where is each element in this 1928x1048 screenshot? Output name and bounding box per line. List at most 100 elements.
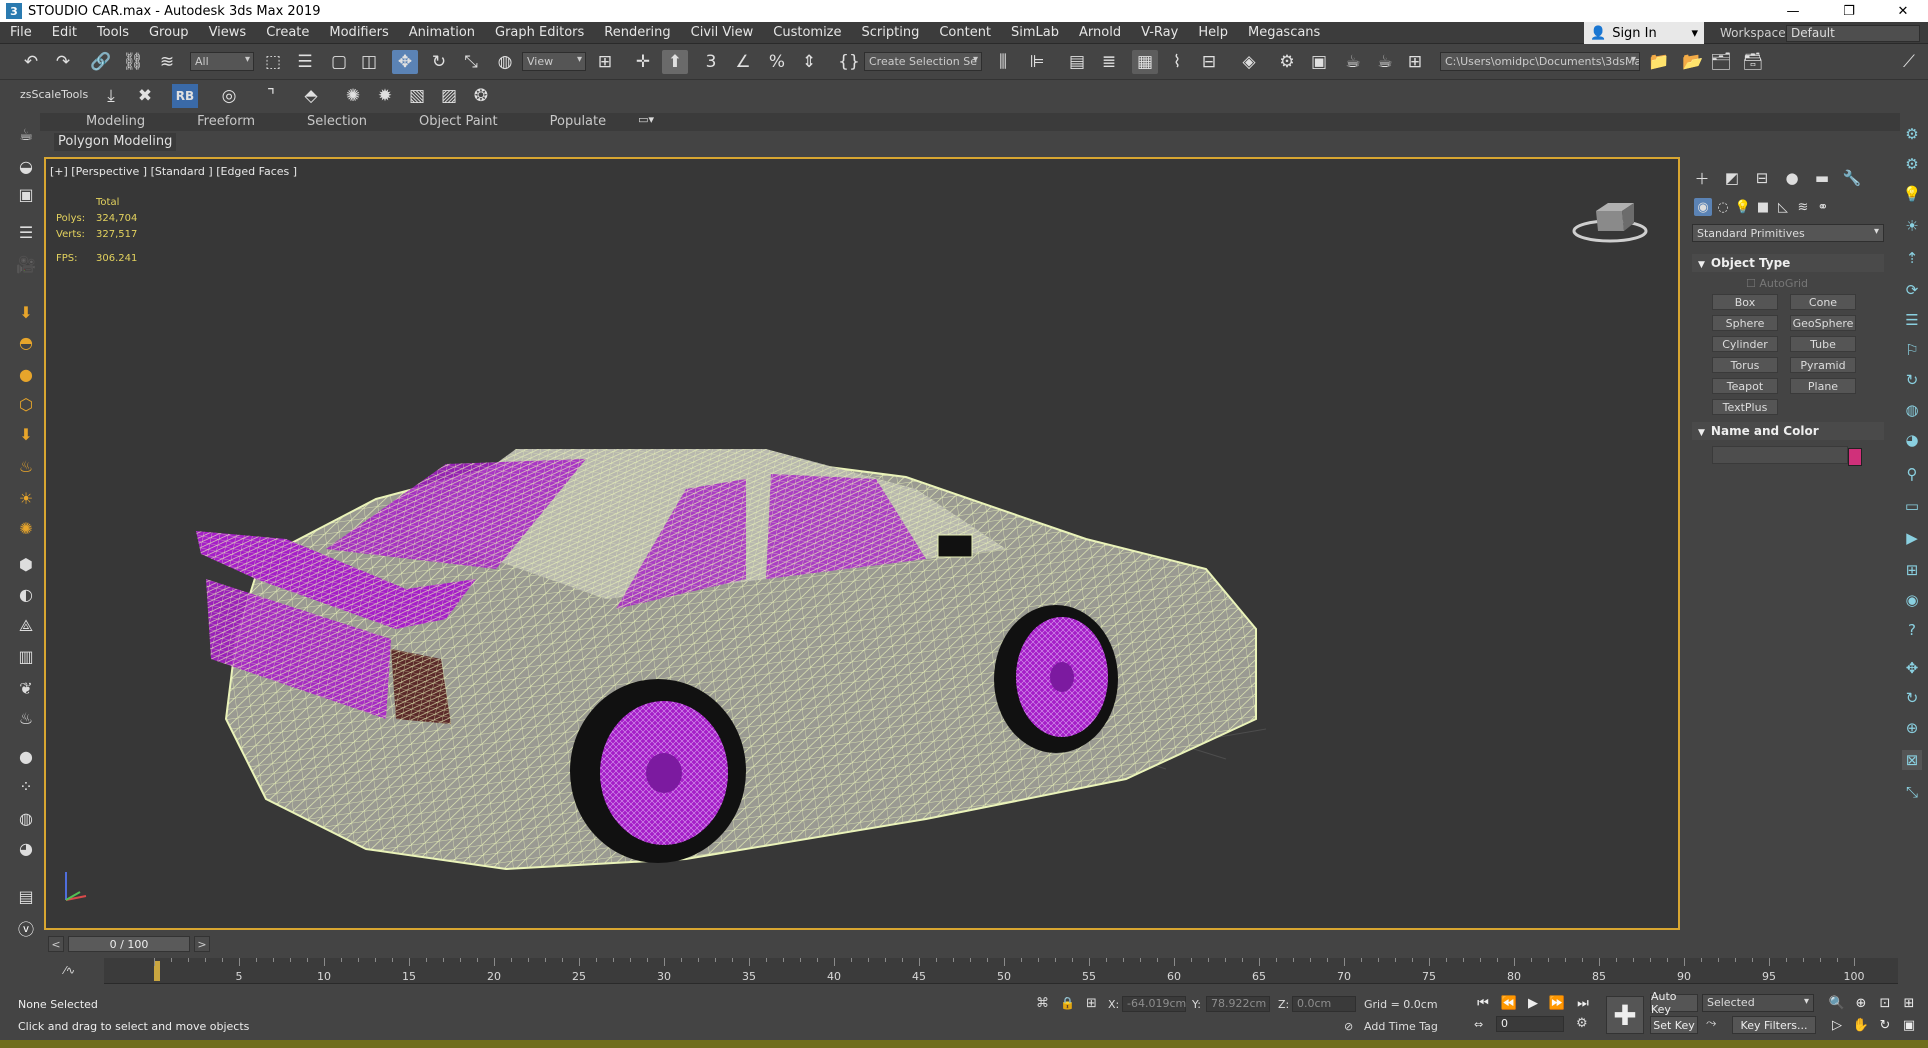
menu-scripting[interactable]: Scripting (852, 25, 930, 40)
render-frame-icon[interactable]: ▶ (1902, 528, 1922, 548)
eye-icon[interactable]: ◉ (1902, 590, 1922, 610)
pivot-center-icon[interactable]: ⊞ (592, 50, 618, 74)
camera-icon[interactable]: 🎥 (16, 254, 36, 274)
utilities-icon[interactable]: ▤ (16, 886, 36, 906)
modify-tab-icon[interactable]: ◩ (1722, 168, 1742, 188)
menu-content[interactable]: Content (929, 25, 1001, 40)
keyboard-shortcut-override-icon[interactable]: ⬆ (662, 50, 688, 74)
menu-edit[interactable]: Edit (42, 25, 87, 40)
link-icon[interactable]: 🔗 (88, 50, 114, 74)
menu-arnold[interactable]: Arnold (1069, 25, 1131, 40)
sphere-light-icon[interactable]: ● (16, 364, 36, 384)
material-editor-icon[interactable]: ◈ (1236, 50, 1262, 74)
project-create-icon[interactable]: 📂 (1680, 50, 1706, 74)
render-elements-icon[interactable]: ◍ (16, 808, 36, 828)
pivot-gizmo-icon[interactable]: ⊕ (1902, 718, 1922, 738)
menu-animation[interactable]: Animation (399, 25, 485, 40)
help-icon[interactable]: ? (1902, 620, 1922, 640)
menu-help[interactable]: Help (1188, 25, 1238, 40)
rotate-gizmo-icon[interactable]: ↻ (1902, 688, 1922, 708)
rectangular-selection-icon[interactable]: ▢ (326, 50, 352, 74)
scene-states-icon[interactable]: ⚙ (1902, 124, 1922, 144)
select-rotate-icon[interactable]: ↻ (426, 50, 452, 74)
tab-object-paint[interactable]: Object Paint (393, 113, 524, 131)
sign-in-button[interactable]: 👤 Sign In ▾ (1584, 22, 1704, 44)
sphere-button[interactable]: Sphere (1712, 315, 1778, 331)
multi-material-icon[interactable]: ⁘ (16, 776, 36, 796)
plane-button[interactable]: Plane (1790, 378, 1856, 394)
dome-light-icon[interactable]: ◓ (16, 332, 36, 352)
spacewarps-icon[interactable]: ≋ (1794, 198, 1812, 216)
z-coord-field[interactable]: 0.0cm (1292, 996, 1356, 1012)
edit-named-selection-icon[interactable]: {} (836, 50, 862, 74)
textplus-button[interactable]: TextPlus (1712, 399, 1778, 415)
time-slider-prev-button[interactable]: < (48, 936, 64, 952)
corner-tool-icon[interactable]: ⌝ (258, 84, 284, 108)
motion-tab-icon[interactable]: ● (1782, 168, 1802, 188)
vray-logo-icon[interactable]: ⓥ (16, 918, 36, 939)
tab-freeform[interactable]: Freeform (171, 113, 281, 131)
menu-modifiers[interactable]: Modifiers (319, 25, 398, 40)
reference-coordinate-dropdown[interactable]: View (522, 52, 586, 71)
menu-customize[interactable]: Customize (763, 25, 851, 40)
render-frame-grid-icon[interactable]: ⊞ (1402, 50, 1428, 74)
menu-views[interactable]: Views (199, 25, 257, 40)
render-production-icon[interactable]: ☕ (1340, 50, 1366, 74)
named-selection-dropdown[interactable]: Create Selection Se (864, 52, 982, 71)
geometry-icon[interactable]: ◉ (1694, 198, 1712, 216)
shapes-icon[interactable]: ◌ (1714, 198, 1732, 216)
previous-frame-icon[interactable]: ⏪ (1500, 994, 1518, 1012)
menu-graph-editors[interactable]: Graph Editors (485, 25, 594, 40)
select-by-name-icon[interactable]: ☰ (292, 50, 318, 74)
layer-explorer-icon[interactable]: ≣ (1096, 50, 1122, 74)
collapse-icon[interactable]: ✖ (132, 84, 158, 108)
bulb-icon[interactable]: ⚲ (1902, 464, 1922, 484)
window-crossing-icon[interactable]: ◫ (356, 50, 382, 74)
bookmark-icon[interactable]: ⚐ (1902, 340, 1922, 360)
palette-icon[interactable]: ◕ (1902, 430, 1922, 450)
proxy-box-icon[interactable]: ⬢ (16, 554, 36, 574)
mirror-icon[interactable]: ⫼ (990, 50, 1016, 74)
sky-icon[interactable]: ✺ (16, 518, 36, 538)
close-button[interactable]: ✕ (1880, 0, 1926, 22)
menu-civil-view[interactable]: Civil View (681, 25, 764, 40)
next-frame-icon[interactable]: ⏩ (1548, 994, 1566, 1012)
set-key-mode-button[interactable]: ✚ (1606, 996, 1644, 1034)
list-icon[interactable]: ☰ (1902, 310, 1922, 330)
direct-light-icon[interactable]: ⬇ (16, 424, 36, 444)
y-coord-field[interactable]: 78.922cm (1206, 996, 1270, 1012)
select-object-icon[interactable]: ⬚ (260, 50, 286, 74)
menu-create[interactable]: Create (256, 25, 319, 40)
frame-spinner-icon[interactable]: ⇔ (1474, 1018, 1483, 1031)
select-scale-icon[interactable]: ⤡ (458, 50, 484, 74)
redo-icon[interactable]: ↷ (50, 50, 76, 74)
grass-icon[interactable]: ❦ (16, 678, 36, 698)
zs-scale-tools-label[interactable]: zsScaleTools (20, 88, 88, 101)
sun-position-icon[interactable]: ☀ (1902, 216, 1922, 236)
box-icon[interactable]: ▣ (16, 184, 36, 204)
snap-tool-icon[interactable]: ⇡ (1902, 248, 1922, 268)
paint-tool-icon[interactable]: ⬘ (298, 84, 324, 108)
rb-button[interactable]: RB (172, 84, 198, 108)
material-sphere-icon[interactable]: ● (16, 746, 36, 766)
play-icon[interactable]: ▶ (1524, 994, 1542, 1012)
autogrid-checkbox[interactable]: ☐ AutoGrid (1746, 277, 1808, 290)
lights-icon[interactable]: 💡 (1734, 198, 1752, 216)
curve-editor-icon[interactable]: ⌇ (1164, 50, 1190, 74)
pyramid-button[interactable]: Pyramid (1790, 357, 1856, 373)
restore-button[interactable]: ❐ (1826, 0, 1872, 22)
vray-sphere-icon[interactable]: ✹ (372, 84, 398, 108)
go-to-end-icon[interactable]: ⏭ (1574, 994, 1592, 1012)
zoom-extents-all-icon[interactable]: ⊞ (1900, 994, 1918, 1012)
ambient-light-icon[interactable]: ♨ (16, 456, 36, 476)
globe-icon[interactable]: ◍ (1902, 400, 1922, 420)
environment-icon[interactable]: ◕ (16, 838, 36, 858)
absolute-mode-icon[interactable]: ⊞ (1086, 996, 1097, 1011)
select-manipulate-icon[interactable]: ✛ (630, 50, 656, 74)
placement-icon[interactable]: ◍ (492, 50, 518, 74)
maximize-viewport-icon[interactable]: ▣ (1900, 1016, 1918, 1034)
field-of-view-icon[interactable]: ▷ (1828, 1016, 1846, 1034)
cone-button[interactable]: Cone (1790, 294, 1856, 310)
menu-tools[interactable]: Tools (87, 25, 139, 40)
unlink-icon[interactable]: ⛓ (120, 50, 146, 74)
